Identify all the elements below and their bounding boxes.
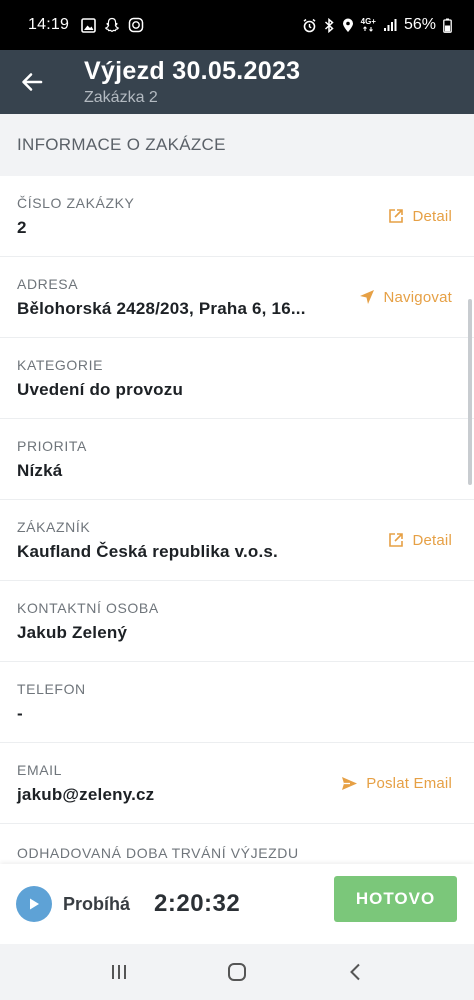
field-value: Uvedení do provozu <box>17 379 184 399</box>
field-label: ZÁKAZNÍK <box>17 518 91 535</box>
section-header: INFORMACE O ZAKÁZCE <box>0 114 474 176</box>
play-button[interactable] <box>16 886 52 922</box>
system-nav-bar <box>0 944 474 1000</box>
open-external-icon <box>389 209 404 223</box>
title-block: Výjezd 30.05.2023 Zakázka 2 <box>84 56 300 108</box>
field-label: KONTAKTNÍ OSOBA <box>17 599 159 616</box>
action-label: Navigovat <box>383 288 452 306</box>
recent-apps-button[interactable] <box>99 952 139 992</box>
battery-percent: 56% <box>403 16 436 33</box>
field-label: KATEGORIE <box>17 356 104 373</box>
order-detail-button[interactable]: Detail <box>388 208 452 225</box>
bluetooth-icon <box>324 17 335 33</box>
field-label: ČÍSLO ZAKÁZKY <box>17 194 135 211</box>
field-label: TELEFON <box>17 680 86 697</box>
field-label: ODHADOVANÁ DOBA TRVÁNÍ VÝJEZDU <box>17 845 299 861</box>
field-label: PRIORITA <box>17 437 87 454</box>
field-value: Kaufland Česká republika v.o.s. <box>17 541 278 561</box>
back-arrow-icon <box>22 73 43 91</box>
send-email-button[interactable]: Poslat Email <box>341 775 452 792</box>
field-contact-person: KONTAKTNÍ OSOBA Jakub Zelený <box>0 581 474 662</box>
done-button[interactable]: HOTOVO <box>334 876 457 922</box>
status-right: 4G+ 56% <box>302 16 452 34</box>
field-address: ADRESA Bělohorská 2428/203, Praha 6, 16.… <box>0 257 474 338</box>
home-button[interactable] <box>217 952 257 992</box>
system-back-button[interactable] <box>335 952 375 992</box>
app-bar: Výjezd 30.05.2023 Zakázka 2 <box>0 50 474 114</box>
elapsed-timer: 2:20:32 <box>154 890 241 917</box>
field-estimated-duration: ODHADOVANÁ DOBA TRVÁNÍ VÝJEZDU <box>0 824 474 864</box>
navigation-arrow-icon <box>360 290 375 304</box>
status-time: 14:19 <box>28 16 70 33</box>
running-status-label: Probíhá <box>63 893 131 914</box>
messenger-icon <box>128 17 144 33</box>
location-icon <box>342 18 354 33</box>
action-label: Poslat Email <box>366 774 452 792</box>
customer-detail-button[interactable]: Detail <box>388 532 452 549</box>
timer-bar: Probíhá 2:20:32 HOTOVO <box>0 864 474 944</box>
field-value: Nízká <box>17 460 63 480</box>
send-icon <box>342 776 358 790</box>
action-label: Detail <box>412 531 452 549</box>
action-label: Detail <box>412 207 452 225</box>
page-title: Výjezd 30.05.2023 <box>84 57 301 85</box>
status-bar: 14:19 4G+ 56% <box>0 0 474 50</box>
field-order-number: ČÍSLO ZAKÁZKY 2 Detail <box>0 176 474 257</box>
open-external-icon <box>389 533 404 547</box>
battery-icon <box>443 18 452 33</box>
navigate-button[interactable]: Navigovat <box>359 289 452 306</box>
page-subtitle: Zakázka 2 <box>84 89 158 106</box>
play-icon <box>30 898 39 910</box>
field-value: Bělohorská 2428/203, Praha 6, 16... <box>17 298 306 318</box>
network-label: 4G+ <box>360 17 376 26</box>
signal-icon <box>383 18 397 32</box>
field-email: EMAIL jakub@zeleny.cz Poslat Email <box>0 743 474 824</box>
status-left: 14:19 <box>28 16 144 34</box>
chevron-left-icon <box>350 963 360 981</box>
field-value: - <box>17 703 23 723</box>
field-value: jakub@zeleny.cz <box>17 784 155 804</box>
field-label: EMAIL <box>17 761 63 778</box>
field-category: KATEGORIE Uvedení do provozu <box>0 338 474 419</box>
home-icon <box>228 963 246 981</box>
snapchat-icon <box>104 17 120 33</box>
detail-content[interactable]: INFORMACE O ZAKÁZCE ČÍSLO ZAKÁZKY 2 Deta… <box>0 114 474 864</box>
scrollbar[interactable] <box>468 299 472 485</box>
network-4g-icon: 4G+ <box>361 18 376 32</box>
field-value: 2 <box>17 217 27 237</box>
gallery-icon <box>81 17 96 33</box>
alarm-icon <box>302 18 317 33</box>
field-customer: ZÁKAZNÍK Kaufland Česká republika v.o.s.… <box>0 500 474 581</box>
field-label: ADRESA <box>17 275 79 292</box>
back-button[interactable] <box>0 50 64 114</box>
field-priority: PRIORITA Nízká <box>0 419 474 500</box>
field-value: Jakub Zelený <box>17 622 128 642</box>
field-phone: TELEFON - <box>0 662 474 743</box>
recent-apps-icon <box>112 965 126 979</box>
